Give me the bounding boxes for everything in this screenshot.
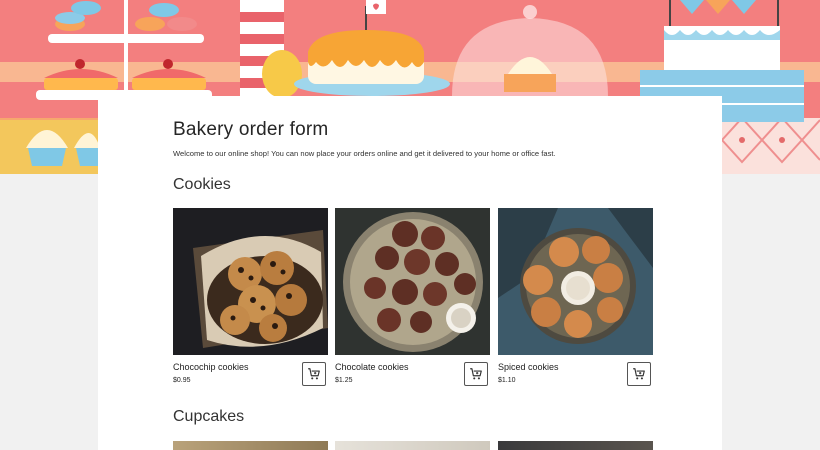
product-card-chocochip: Chocochip cookies $0.95 bbox=[173, 208, 328, 390]
product-price: $0.95 bbox=[173, 377, 191, 384]
form-title: Bakery order form bbox=[173, 119, 329, 140]
product-card-spiced: Spiced cookies $1.10 bbox=[498, 208, 653, 390]
chocochip-cookies-photo-graphic bbox=[173, 208, 328, 355]
add-to-cart-button[interactable] bbox=[302, 362, 326, 386]
product-card-chocolate: Chocolate cookies $1.25 bbox=[335, 208, 490, 390]
order-form-card: Bakery order form Welcome to our online … bbox=[98, 96, 722, 450]
product-price: $1.25 bbox=[335, 377, 353, 384]
section-title-cookies: Cookies bbox=[173, 176, 231, 193]
section-title-cupcakes: Cupcakes bbox=[173, 408, 245, 425]
product-name: Chocochip cookies bbox=[173, 362, 249, 372]
spiced-cookies-photo[interactable] bbox=[498, 208, 653, 355]
cupcake-photo-3[interactable] bbox=[498, 441, 653, 450]
product-name: Chocolate cookies bbox=[335, 362, 409, 372]
product-price: $1.10 bbox=[498, 377, 516, 384]
add-to-cart-button[interactable] bbox=[464, 362, 488, 386]
product-name: Spiced cookies bbox=[498, 362, 559, 372]
spiced-cookies-photo-graphic bbox=[498, 208, 653, 355]
cupcake-photo-2[interactable] bbox=[335, 441, 490, 450]
add-to-cart-icon bbox=[308, 368, 320, 380]
add-to-cart-button[interactable] bbox=[627, 362, 651, 386]
add-to-cart-icon bbox=[470, 368, 482, 380]
chocolate-cookies-photo-graphic bbox=[335, 208, 490, 355]
cookies-product-grid: Chocochip cookies $0.95 Chocolate cookie… bbox=[173, 208, 655, 398]
cupcake-photo-1[interactable] bbox=[173, 441, 328, 450]
chocochip-cookies-photo[interactable] bbox=[173, 208, 328, 355]
add-to-cart-icon bbox=[633, 368, 645, 380]
form-description: Welcome to our online shop! You can now … bbox=[173, 149, 556, 158]
chocolate-cookies-photo[interactable] bbox=[335, 208, 490, 355]
